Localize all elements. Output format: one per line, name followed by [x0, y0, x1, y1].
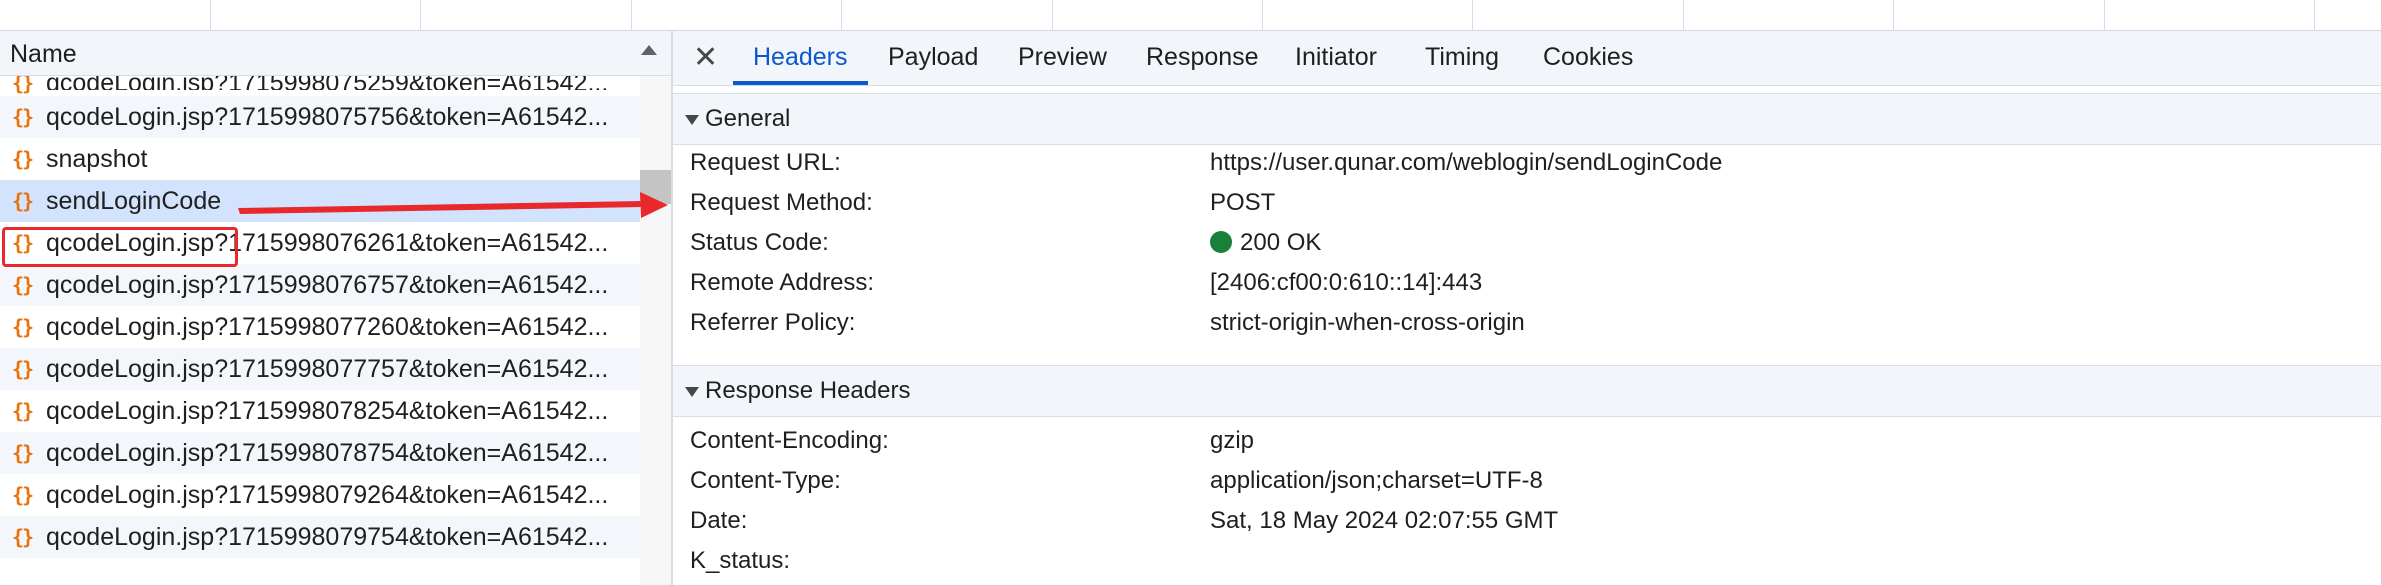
json-icon: {}: [12, 189, 34, 213]
request-list-scrollbar[interactable]: [640, 76, 671, 585]
request-row-selected[interactable]: {} sendLoginCode: [0, 180, 640, 222]
request-row[interactable]: {} qcodeLogin.jsp?1715998075259&token=A6…: [0, 76, 640, 96]
json-icon: {}: [12, 105, 34, 129]
timeline-gridline: [1893, 0, 1894, 30]
detail-tab-bar: ✕ Headers Payload Preview Response Initi…: [673, 31, 2381, 86]
request-list-panel: Name {} qcodeLogin.jsp?1715998075259&tok…: [0, 31, 673, 585]
request-name: qcodeLogin.jsp?1715998079264&token=A6154…: [46, 481, 609, 509]
request-name: qcodeLogin.jsp?1715998077260&token=A6154…: [46, 313, 609, 341]
json-icon: {}: [12, 315, 34, 339]
timeline-gridline: [420, 0, 421, 30]
sort-ascending-icon[interactable]: [641, 45, 657, 55]
tab-response[interactable]: Response: [1146, 43, 1259, 72]
request-name: qcodeLogin.jsp?1715998079754&token=A6154…: [46, 523, 609, 551]
json-icon: {}: [12, 525, 34, 549]
timeline-gridline: [2314, 0, 2315, 30]
json-icon: {}: [12, 273, 34, 297]
request-name: qcodeLogin.jsp?1715998078254&token=A6154…: [46, 397, 609, 425]
status-code-text: 200 OK: [1240, 229, 1322, 256]
json-icon: {}: [12, 483, 34, 507]
request-name: qcodeLogin.jsp?1715998075756&token=A6154…: [46, 103, 609, 131]
request-name: qcodeLogin.jsp?1715998078754&token=A6154…: [46, 439, 609, 467]
json-icon: {}: [12, 76, 34, 95]
tab-preview[interactable]: Preview: [1018, 43, 1107, 72]
tab-payload[interactable]: Payload: [888, 43, 978, 72]
request-detail-panel: ✕ Headers Payload Preview Response Initi…: [673, 31, 2381, 585]
header-value: gzip: [1210, 427, 1255, 454]
timeline-gridline: [2104, 0, 2105, 30]
expand-triangle-icon: [685, 114, 699, 125]
tab-cookies[interactable]: Cookies: [1543, 43, 1633, 72]
timeline-gridline: [841, 0, 842, 30]
expand-triangle-icon: [685, 386, 699, 397]
section-title: Response Headers: [705, 377, 911, 404]
timeline-gridline: [1262, 0, 1263, 30]
header-key: K_status:: [690, 547, 791, 574]
header-value-status: 200 OK: [1210, 229, 2360, 257]
request-row[interactable]: {} qcodeLogin.jsp?1715998078754&token=A6…: [0, 432, 640, 474]
annotation-highlight-box: [2, 227, 238, 267]
request-name: qcodeLogin.jsp?1715998075259&token=A6154…: [46, 76, 609, 90]
header-key: Referrer Policy:: [690, 309, 856, 336]
request-row[interactable]: {} qcodeLogin.jsp?1715998079754&token=A6…: [0, 516, 640, 558]
tab-headers[interactable]: Headers: [753, 43, 848, 72]
request-name: qcodeLogin.jsp?1715998076757&token=A6154…: [46, 271, 609, 299]
timeline-gridline: [1052, 0, 1053, 30]
response-headers-section-header[interactable]: Response Headers: [673, 365, 2381, 417]
json-icon: {}: [12, 399, 34, 423]
header-value: [2406:cf00:0:610::14]:443: [1210, 269, 1483, 296]
header-value: POST: [1210, 189, 1276, 216]
name-column-header[interactable]: Name: [0, 31, 671, 76]
request-name: sendLoginCode: [46, 187, 222, 215]
scrollbar-thumb[interactable]: [640, 170, 671, 204]
header-key: Content-Encoding:: [690, 427, 889, 454]
request-row[interactable]: {} snapshot: [0, 138, 640, 180]
tab-timing[interactable]: Timing: [1425, 43, 1499, 72]
request-name: qcodeLogin.jsp?1715998077757&token=A6154…: [46, 355, 609, 383]
network-timeline[interactable]: [0, 0, 2381, 31]
name-column-label: Name: [10, 40, 77, 68]
header-value: strict-origin-when-cross-origin: [1210, 309, 1525, 336]
general-section-header[interactable]: General: [673, 93, 2381, 145]
request-row[interactable]: {} qcodeLogin.jsp?1715998075756&token=A6…: [0, 96, 640, 138]
json-icon: {}: [12, 357, 34, 381]
tab-initiator[interactable]: Initiator: [1295, 43, 1377, 72]
request-row[interactable]: {} qcodeLogin.jsp?1715998078254&token=A6…: [0, 390, 640, 432]
header-value: application/json;charset=UTF-8: [1210, 467, 1543, 494]
header-value: Sat, 18 May 2024 02:07:55 GMT: [1210, 507, 1559, 534]
header-key: Request Method:: [690, 189, 873, 216]
request-row[interactable]: {} qcodeLogin.jsp?1715998077260&token=A6…: [0, 306, 640, 348]
status-ok-icon: [1210, 231, 1232, 253]
header-key: Content-Type:: [690, 467, 841, 494]
json-icon: {}: [12, 147, 34, 171]
header-key: Request URL:: [690, 149, 841, 176]
header-key: Date:: [690, 507, 748, 534]
header-key: Status Code:: [690, 229, 829, 256]
timeline-gridline: [1472, 0, 1473, 30]
request-row[interactable]: {} qcodeLogin.jsp?1715998076757&token=A6…: [0, 264, 640, 306]
request-rows: {} qcodeLogin.jsp?1715998075259&token=A6…: [0, 76, 640, 558]
timeline-gridline: [631, 0, 632, 30]
timeline-gridline: [210, 0, 211, 30]
timeline-gridline: [1683, 0, 1684, 30]
header-key: Remote Address:: [690, 269, 875, 296]
header-value: https://user.qunar.com/weblogin/sendLogi…: [1210, 149, 1723, 176]
section-title: General: [705, 105, 791, 132]
active-tab-indicator: [733, 81, 868, 85]
request-name: snapshot: [46, 145, 148, 173]
request-row[interactable]: {} qcodeLogin.jsp?1715998077757&token=A6…: [0, 348, 640, 390]
close-icon[interactable]: ✕: [693, 41, 718, 75]
request-row[interactable]: {} qcodeLogin.jsp?1715998079264&token=A6…: [0, 474, 640, 516]
json-icon: {}: [12, 441, 34, 465]
